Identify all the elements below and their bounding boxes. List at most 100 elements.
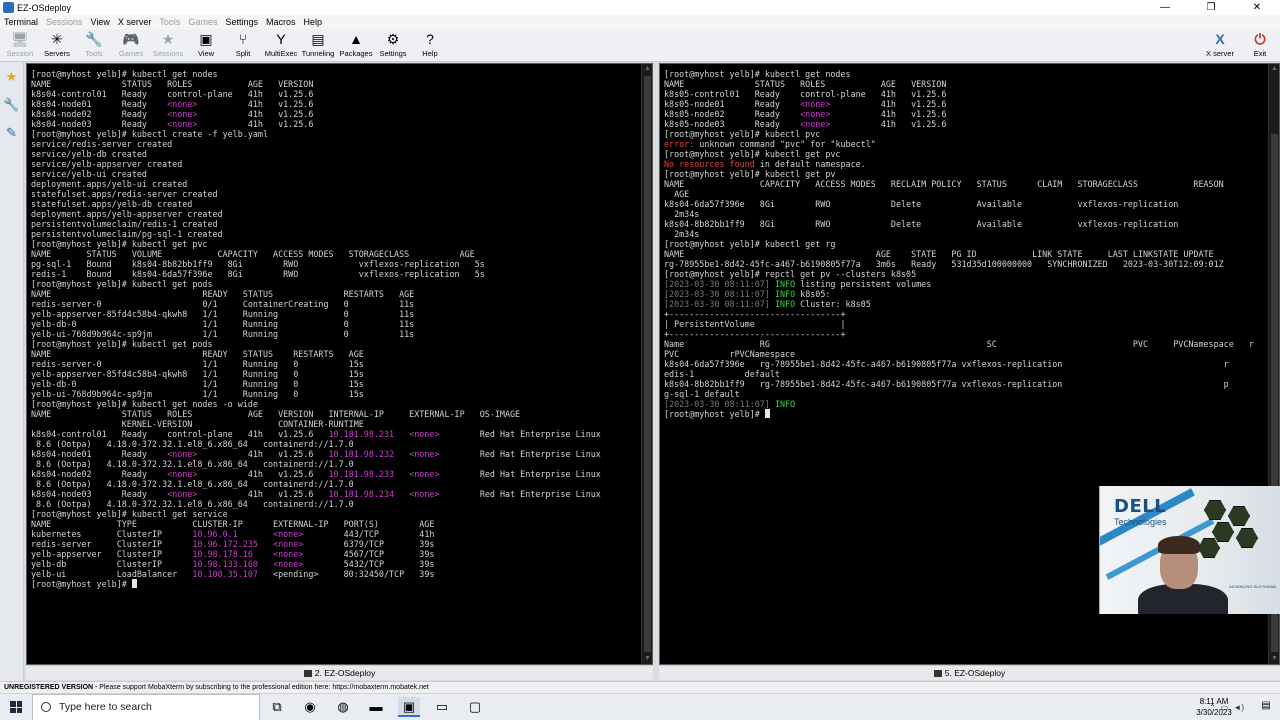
chrome-icon[interactable]: ◍: [332, 697, 354, 717]
task-view-icon[interactable]: ⧉: [266, 697, 288, 717]
terminal-line: [root@myhost yelb]# kubectl get pvc: [31, 239, 638, 249]
terminal-text: [root@myhost yelb]# kubectl create -f ye…: [31, 129, 268, 139]
terminal-text: NAME STATUS VOLUME CAPACITY ACCESS MODES…: [31, 249, 475, 259]
terminal-text: listing persistent volumes: [795, 279, 932, 289]
mobaxterm-icon[interactable]: ▣: [398, 697, 420, 717]
menu-item-x-server[interactable]: X server: [114, 17, 156, 27]
terminal-line: NAME TYPE CLUSTER-IP EXTERNAL-IP PORT(S)…: [31, 519, 638, 529]
text-cursor: [131, 579, 137, 588]
terminal-text: <none>: [167, 99, 198, 109]
terminal-output-right[interactable]: [root@myhost yelb]# kubectl get nodes NAM…: [664, 69, 1265, 419]
edge-icon[interactable]: ◉: [299, 697, 321, 717]
terminal-text: Red Hat Enterprise Linux: [439, 469, 601, 479]
scroll-up-arrow-icon[interactable]: ▲: [1269, 64, 1279, 74]
remote-desktop-icon[interactable]: ▢: [464, 697, 486, 717]
toolbar-label: Split: [235, 49, 251, 58]
terminal-line: [root@myhost yelb]#: [31, 579, 638, 589]
terminal-line: NAME STATUS VOLUME CAPACITY ACCESS MODES…: [31, 249, 638, 259]
terminal-text: <none>: [800, 119, 831, 129]
macros-pen-icon[interactable]: ✎: [3, 124, 21, 142]
terminal-line: | PersistentVolume |: [664, 319, 1265, 329]
file-explorer-icon[interactable]: ▬: [365, 697, 387, 717]
toolbar-packages-button[interactable]: ▲ Packages: [336, 30, 376, 61]
terminal-line: yelb-ui-768d9b964c-sp9jm 1/1 Running 0 1…: [31, 329, 638, 339]
terminal-icon[interactable]: ▭: [431, 697, 453, 717]
toolbar-label: X server: [1206, 49, 1234, 58]
terminal-text: [root@myhost yelb]# kubectl get pv: [664, 169, 836, 179]
toolbar-tools-button[interactable]: 🔧 Tools: [74, 30, 114, 61]
terminal-line: deployment.apps/yelb-appserver created: [31, 209, 638, 219]
toolbar-session-button[interactable]: 🖥 Session: [0, 30, 40, 61]
toolbar-tunneling-button[interactable]: ▤ Tunneling: [298, 30, 338, 61]
dell-brand: DELL: [1114, 496, 1167, 517]
close-button[interactable]: ✕: [1234, 0, 1280, 15]
toolbar-view-button[interactable]: ▣ View: [186, 30, 226, 61]
start-button[interactable]: [0, 694, 32, 720]
terminal-text: [2023-03-30 08:11:07]: [664, 289, 770, 299]
terminal-output-left[interactable]: [root@myhost yelb]# kubectl get nodes NAM…: [31, 69, 638, 589]
terminal-line: k8s05-node02 Ready <none> 41h v1.25.6: [664, 109, 1265, 119]
terminal-text: service/yelb-db created: [31, 149, 147, 159]
session-tab-left[interactable]: 2. EZ-OSdeploy: [26, 665, 653, 680]
sessions-star-icon: ★: [161, 31, 175, 47]
terminal-line: Name RG SC PVC PVCNamespace r: [664, 339, 1265, 349]
servers-icon: ✳: [51, 31, 63, 47]
scroll-down-arrow-icon[interactable]: ▼: [642, 654, 652, 664]
menu-item-terminal[interactable]: Terminal: [0, 17, 42, 27]
terminal-text: INFO: [774, 279, 796, 289]
tools-wrench-icon[interactable]: 🔧: [3, 96, 21, 114]
toolbar-exit-button[interactable]: ⏻ Exit: [1240, 30, 1280, 61]
terminal-line: k8s04-node03 Ready <none> 41h v1.25.6: [31, 119, 638, 129]
terminal-text: [root@myhost yelb]# kubectl get service: [31, 509, 228, 519]
toolbar-split-button[interactable]: ⑂ Split: [223, 30, 263, 61]
taskbar-clock[interactable]: 8:11 AM 3/30/2023: [1186, 696, 1242, 718]
terminal-line: NAME STATUS ROLES AGE VERSION INTERNAL-I…: [31, 409, 638, 419]
favorites-star-icon[interactable]: ★: [3, 68, 21, 86]
terminal-pane-left[interactable]: [root@myhost yelb]# kubectl get nodes NAM…: [26, 63, 653, 665]
toolbar-multiexec-button[interactable]: Y MultiExec: [261, 30, 301, 61]
menu-item-tools[interactable]: Tools: [155, 17, 184, 27]
search-placeholder: Type here to search: [59, 701, 152, 713]
menu-item-help[interactable]: Help: [300, 17, 327, 27]
toolbar-label: Packages: [339, 49, 373, 58]
session-tab-right[interactable]: 5. EZ-OSdeploy: [659, 665, 1280, 680]
terminal-text: k8s04-node02 Ready: [31, 109, 168, 119]
toolbar-games-button[interactable]: 🎮 Games: [111, 30, 151, 61]
toolbar-label: View: [197, 49, 215, 58]
terminal-tab-icon: [303, 670, 312, 677]
terminal-text: k8s04-node03 Ready: [31, 489, 168, 499]
terminal-text: 41h v1.25.6: [830, 109, 947, 119]
maximize-button[interactable]: ❐: [1188, 0, 1234, 15]
toolbar-sessions-button[interactable]: ★ Sessions: [148, 30, 188, 61]
terminal-text: 8.6 (Ootpa) 4.18.0-372.32.1.el8_6.x86_64…: [31, 499, 354, 509]
terminal-line: NAME AGE STATE PG ID LINK STATE LAST LIN…: [664, 249, 1265, 259]
toolbar-x-server-button[interactable]: X X server: [1200, 30, 1240, 61]
terminal-line: service/yelb-db created: [31, 149, 638, 159]
scroll-up-arrow-icon[interactable]: ▲: [642, 64, 652, 74]
scroll-down-arrow-icon[interactable]: ▼: [1269, 654, 1279, 664]
terminal-text: INFO: [774, 299, 796, 309]
scrollbar-left[interactable]: ▲ ▼: [641, 64, 652, 664]
menu-item-games[interactable]: Games: [184, 17, 221, 27]
toolbar-settings-button[interactable]: ⚙ Settings: [373, 30, 413, 61]
menu-item-sessions[interactable]: Sessions: [42, 17, 87, 27]
support-message[interactable]: - Please support MobaXterm by subscribin…: [93, 684, 429, 691]
toolbar-help-button[interactable]: ? Help: [410, 30, 450, 61]
toolbar-servers-button[interactable]: ✳ Servers: [37, 30, 77, 61]
terminal-line: redis-1 Bound k8s04-6da57f396e 8Gi RWO v…: [31, 269, 638, 279]
minimize-button[interactable]: —: [1142, 0, 1188, 15]
terminal-text: 443/TCP 41h: [303, 529, 435, 539]
terminal-text: k8s05-node02 Ready: [664, 109, 801, 119]
menu-item-macros[interactable]: Macros: [262, 17, 300, 27]
menu-item-view[interactable]: View: [87, 17, 114, 27]
notification-icon[interactable]: ▤: [1258, 700, 1274, 714]
terminal-line: [2023-03-30 08:11:07] INFO: [664, 399, 1265, 409]
terminal-line: [root@myhost yelb]#: [664, 409, 1265, 419]
menu-item-settings[interactable]: Settings: [221, 17, 262, 27]
scroll-thumb[interactable]: [644, 76, 651, 652]
terminal-text: 6379/TCP 39s: [303, 539, 435, 549]
terminal-text: NAME CAPACITY ACCESS MODES RECLAIM POLIC…: [664, 179, 1224, 189]
taskbar-search-input[interactable]: Type here to search: [32, 694, 260, 720]
terminal-line: kubernetes ClusterIP 10.96.0.1 <none> 44…: [31, 529, 638, 539]
